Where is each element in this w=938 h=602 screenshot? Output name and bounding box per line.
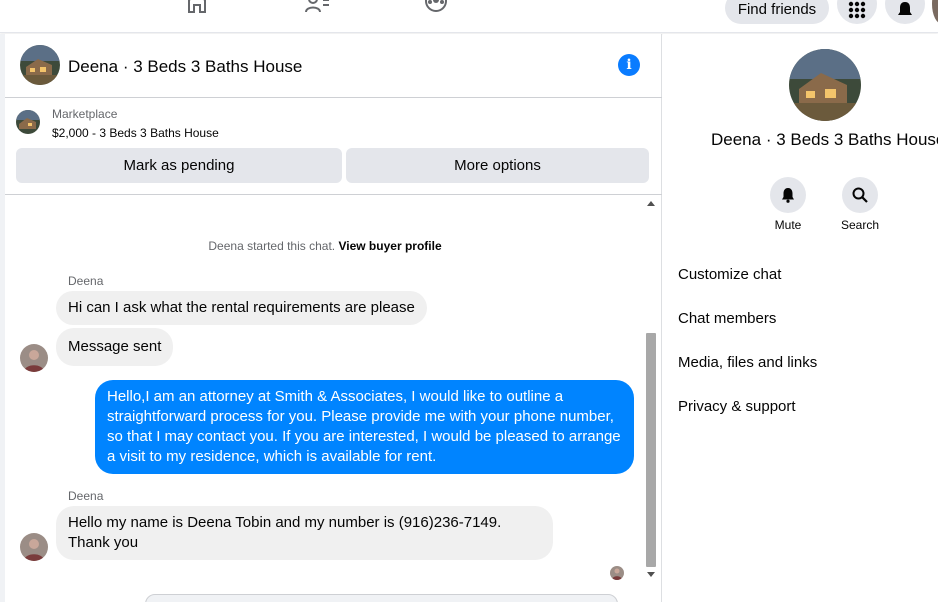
sender-name: Deena xyxy=(68,274,104,288)
search-label: Search xyxy=(840,218,880,232)
scroll-up-arrow-icon[interactable] xyxy=(647,201,655,206)
mute-button[interactable]: Mute xyxy=(761,177,815,232)
view-buyer-profile-link[interactable]: View buyer profile xyxy=(338,239,441,253)
chat-members-item[interactable]: Chat members xyxy=(678,310,776,327)
house-avatar[interactable] xyxy=(20,45,60,85)
top-navigation-bar: Find friends xyxy=(0,0,938,33)
search-circle[interactable] xyxy=(842,177,878,213)
menu-grid-icon xyxy=(848,1,866,19)
more-options-button[interactable]: More options xyxy=(346,148,649,183)
menu-grid-button[interactable] xyxy=(837,0,877,24)
chat-header: Deena · 3 Beds 3 Baths House i xyxy=(5,34,662,98)
privacy-support-item[interactable]: Privacy & support xyxy=(678,398,796,415)
outgoing-message[interactable]: Hello,I am an attorney at Smith & Associ… xyxy=(95,380,634,474)
search-icon xyxy=(852,187,868,203)
read-receipt-avatar xyxy=(610,566,624,580)
incoming-message[interactable]: Hello my name is Deena Tobin and my numb… xyxy=(56,506,553,560)
chat-window: Deena · 3 Beds 3 Baths House i Marketpla… xyxy=(5,34,662,602)
customize-chat-item[interactable]: Customize chat xyxy=(678,266,781,283)
chat-started-text: Deena started this chat. xyxy=(208,239,336,253)
message-list[interactable]: Deena started this chat. View buyer prof… xyxy=(5,196,662,602)
sender-avatar[interactable] xyxy=(20,344,48,372)
groups-icon[interactable] xyxy=(422,0,450,14)
search-button[interactable]: Search xyxy=(833,177,887,232)
sender-name: Deena xyxy=(68,489,104,503)
house-avatar-large[interactable] xyxy=(789,49,861,121)
message-scrollbar[interactable] xyxy=(644,196,658,584)
sender-avatar[interactable] xyxy=(20,533,48,561)
listing-thumbnail[interactable] xyxy=(16,110,40,134)
chat-title[interactable]: Deena · 3 Beds 3 Baths House xyxy=(68,57,302,77)
bell-icon xyxy=(898,2,912,15)
incoming-message[interactable]: Hi can I ask what the rental requirement… xyxy=(56,291,427,325)
home-icon[interactable] xyxy=(183,0,211,14)
info-icon[interactable]: i xyxy=(618,54,640,76)
mute-circle[interactable] xyxy=(770,177,806,213)
bell-icon xyxy=(782,188,794,203)
mark-as-pending-button[interactable]: Mark as pending xyxy=(16,148,342,183)
chat-details-panel: Deena · 3 Beds 3 Baths House Mute Search… xyxy=(663,34,938,602)
listing-source-label: Marketplace xyxy=(52,107,118,121)
scrollbar-thumb[interactable] xyxy=(646,333,656,567)
find-friends-button[interactable]: Find friends xyxy=(725,0,829,24)
listing-title[interactable]: $2,000 - 3 Beds 3 Baths House xyxy=(52,126,219,140)
marketplace-listing-bar: Marketplace $2,000 - 3 Beds 3 Baths Hous… xyxy=(5,99,662,195)
profile-icon[interactable] xyxy=(932,0,938,24)
scroll-down-arrow-icon[interactable] xyxy=(647,572,655,577)
panel-title: Deena · 3 Beds 3 Baths House xyxy=(711,130,938,149)
incoming-message[interactable]: Message sent xyxy=(56,328,174,366)
mute-label: Mute xyxy=(774,218,802,232)
media-files-links-item[interactable]: Media, files and links xyxy=(678,354,817,371)
message-composer[interactable] xyxy=(145,594,618,602)
chat-start-notice: Deena started this chat. View buyer prof… xyxy=(5,239,645,253)
notifications-button[interactable] xyxy=(885,0,925,24)
friends-icon[interactable] xyxy=(303,0,331,14)
